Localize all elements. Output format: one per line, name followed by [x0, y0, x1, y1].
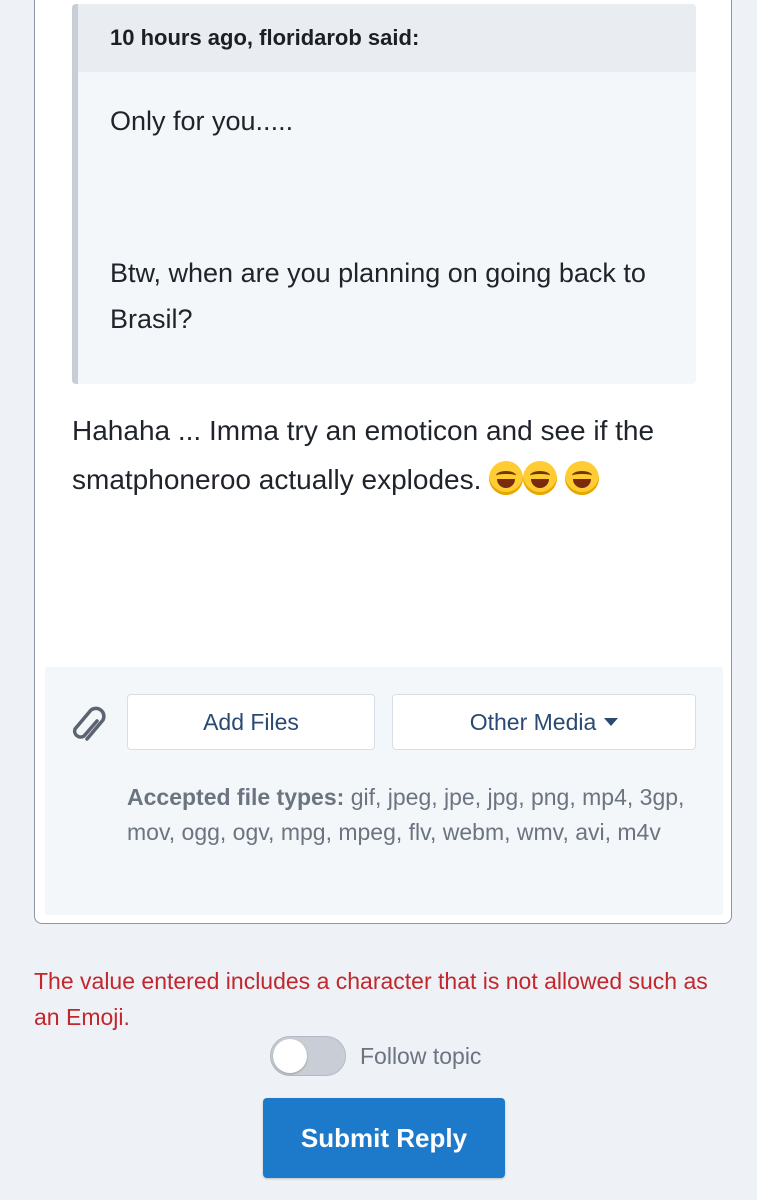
reply-text-area[interactable]: Hahaha ... Imma try an emoticon and see … [72, 406, 692, 504]
error-message: The value entered includes a character t… [34, 968, 708, 1030]
submit-reply-button[interactable]: Submit Reply [263, 1098, 505, 1178]
add-files-button[interactable]: Add Files [127, 694, 375, 750]
follow-topic-row: Follow topic [270, 1034, 481, 1078]
quote-text-line: Only for you..... [110, 106, 294, 136]
other-media-button[interactable]: Other Media [392, 694, 696, 750]
caret-down-icon [604, 718, 619, 726]
follow-topic-label[interactable]: Follow topic [360, 1043, 481, 1070]
laughing-emoji [564, 461, 599, 495]
follow-topic-toggle[interactable] [270, 1036, 346, 1076]
quote-text-line: Btw, when are you planning on going back… [110, 258, 646, 334]
accepted-types-label: Accepted file types: [127, 784, 345, 810]
accepted-file-types: Accepted file types: gif, jpeg, jpe, jpg… [127, 780, 707, 850]
toggle-knob [273, 1039, 307, 1073]
grinning-sweat-emoji [523, 461, 558, 495]
submit-reply-label: Submit Reply [300, 1122, 468, 1153]
quote-block: 10 hours ago, floridarob said: Only for … [72, 4, 696, 384]
reply-editor[interactable]: 10 hours ago, floridarob said: Only for … [34, 0, 732, 924]
add-files-label: Add Files [203, 708, 299, 735]
joy-emoji [489, 461, 524, 495]
other-media-label: Other Media [469, 708, 597, 735]
quote-citation: 10 hours ago, floridarob said: [78, 4, 696, 72]
paperclip-icon [72, 706, 106, 741]
attachment-area: Add Files Other Media Accepted file type… [45, 667, 723, 915]
